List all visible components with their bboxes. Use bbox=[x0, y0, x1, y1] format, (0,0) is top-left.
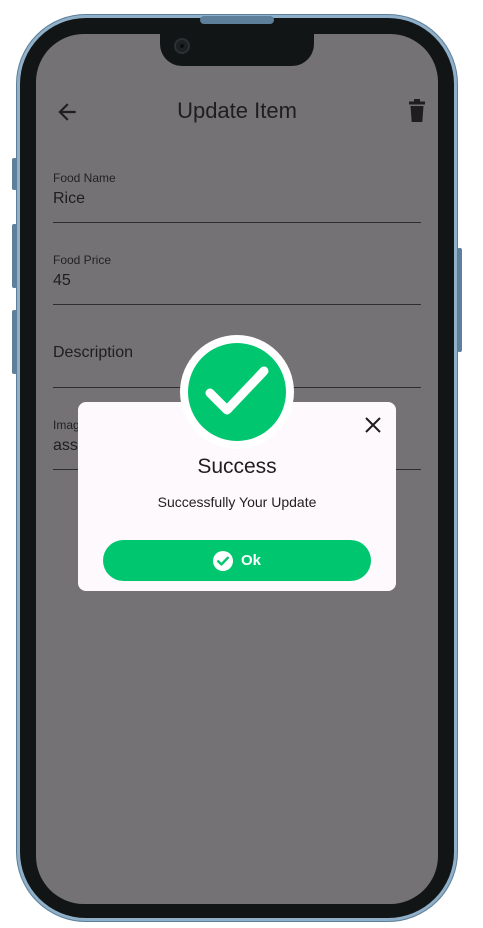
phone-side-button bbox=[12, 224, 17, 288]
app-bar: Update Item bbox=[36, 90, 438, 134]
phone-side-button bbox=[457, 248, 462, 352]
notch bbox=[160, 34, 314, 66]
food-price-label: Food Price bbox=[53, 253, 112, 267]
dialog-message: Successfully Your Update bbox=[157, 494, 317, 510]
camera-icon bbox=[174, 38, 190, 54]
food-name-label: Food Name bbox=[53, 171, 116, 185]
phone-speaker bbox=[200, 16, 274, 24]
dialog-title: Success bbox=[197, 455, 277, 478]
check-icon bbox=[205, 366, 269, 415]
ok-button-label: Ok bbox=[240, 552, 261, 569]
food-name-field[interactable]: Food Name Rice bbox=[53, 171, 421, 223]
food-price-field[interactable]: Food Price 45 bbox=[53, 253, 421, 305]
phone-side-button bbox=[12, 310, 17, 374]
screen: Update Item Food Name Rice Food Price 45… bbox=[36, 34, 438, 904]
ok-button[interactable]: Ok bbox=[103, 540, 371, 581]
success-badge-circle bbox=[188, 343, 286, 441]
food-price-value: 45 bbox=[53, 272, 71, 289]
close-icon[interactable] bbox=[364, 416, 382, 434]
success-badge bbox=[180, 335, 294, 449]
food-name-value: Rice bbox=[53, 190, 86, 207]
page-title: Update Item bbox=[177, 98, 297, 123]
phone-side-button bbox=[12, 158, 17, 190]
check-circle-icon bbox=[212, 550, 233, 571]
trash-icon[interactable] bbox=[406, 99, 428, 123]
